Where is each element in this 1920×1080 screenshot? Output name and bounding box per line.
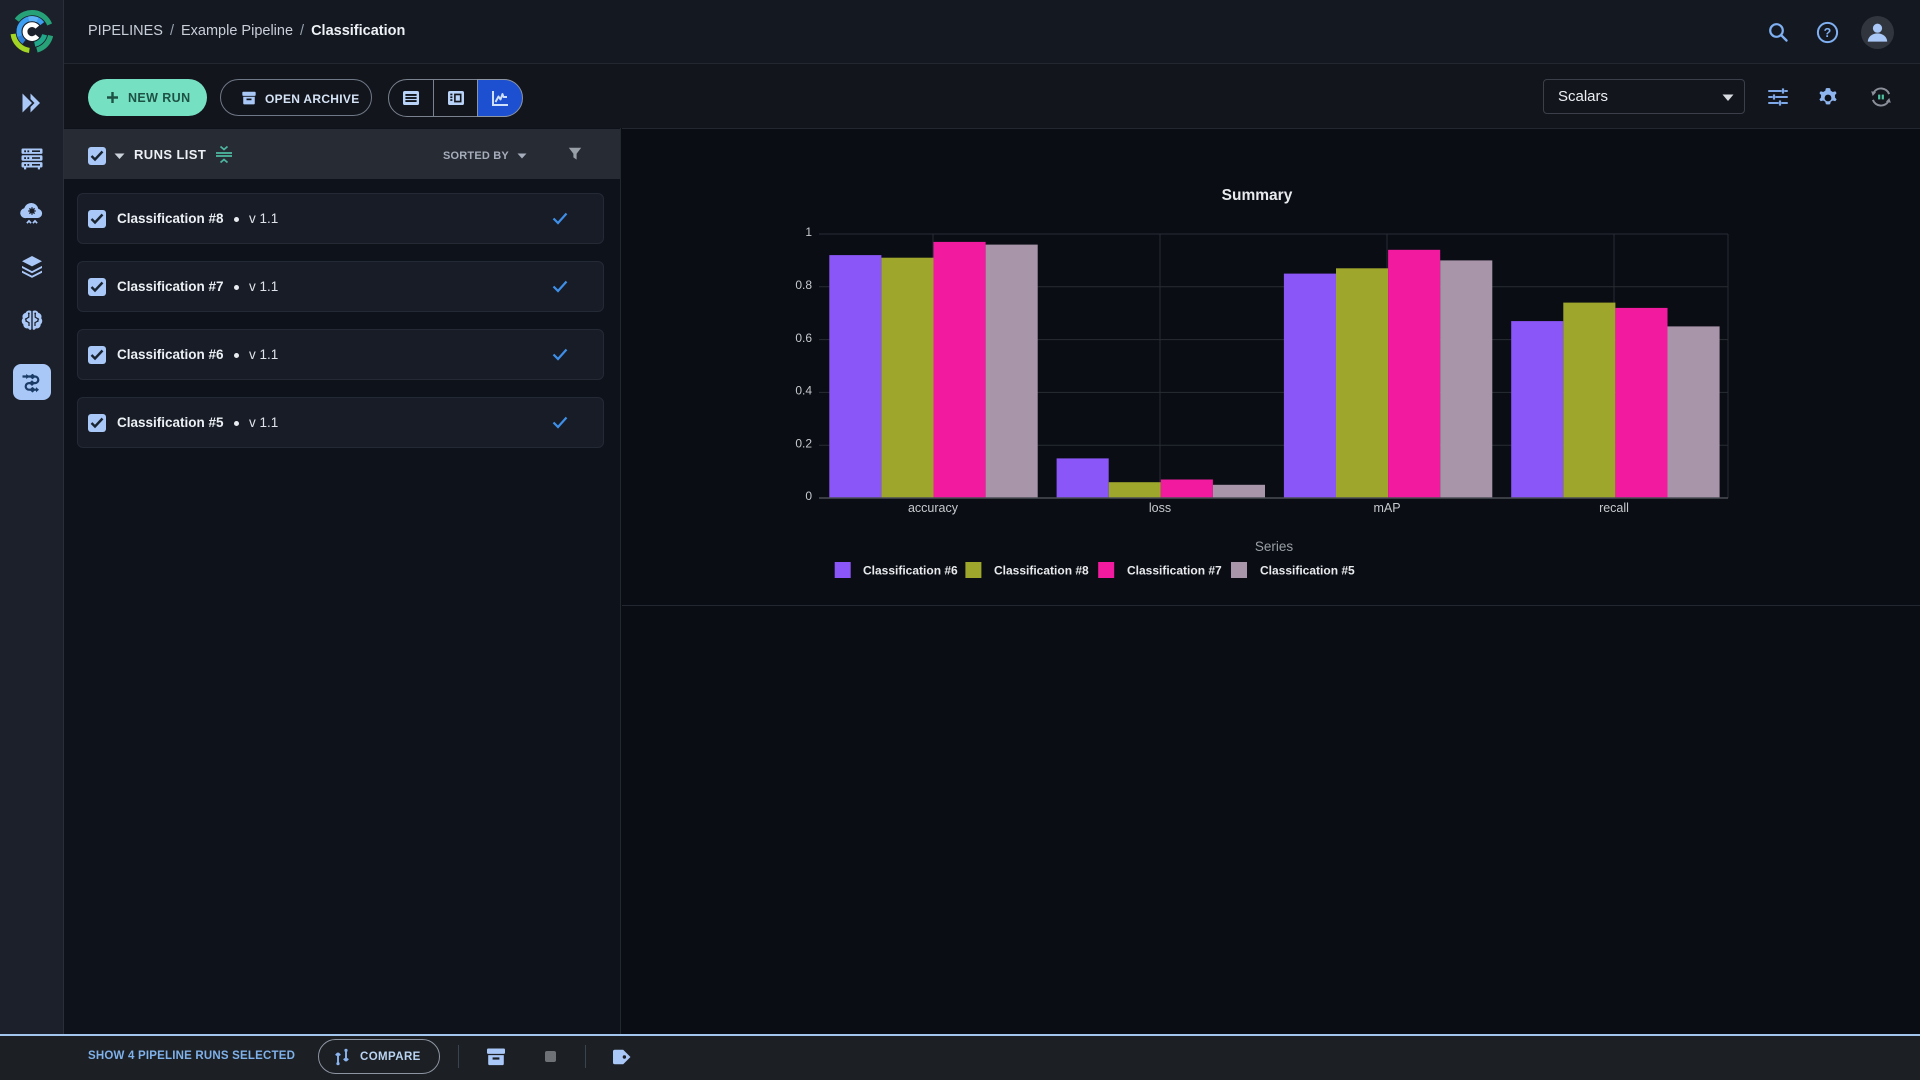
- svg-text:Summary: Summary: [1222, 187, 1293, 204]
- svg-text:Classification #5: Classification #5: [1260, 564, 1355, 578]
- svg-text:1: 1: [805, 225, 812, 239]
- svg-text:0.2: 0.2: [795, 437, 812, 451]
- svg-text:Classification #6: Classification #6: [863, 564, 958, 578]
- svg-text:Classification #7: Classification #7: [1127, 564, 1222, 578]
- svg-text:Series: Series: [1255, 539, 1294, 554]
- svg-text:accuracy: accuracy: [908, 501, 959, 515]
- svg-text:0: 0: [805, 489, 812, 503]
- svg-text:0.4: 0.4: [795, 384, 812, 398]
- svg-text:Classification #8: Classification #8: [994, 564, 1089, 578]
- svg-text:?: ?: [1824, 26, 1832, 40]
- svg-text:recall: recall: [1599, 501, 1629, 515]
- svg-text:0.6: 0.6: [795, 331, 812, 345]
- svg-text:mAP: mAP: [1373, 501, 1400, 515]
- svg-text:loss: loss: [1149, 501, 1171, 515]
- svg-text:0.8: 0.8: [795, 278, 812, 292]
